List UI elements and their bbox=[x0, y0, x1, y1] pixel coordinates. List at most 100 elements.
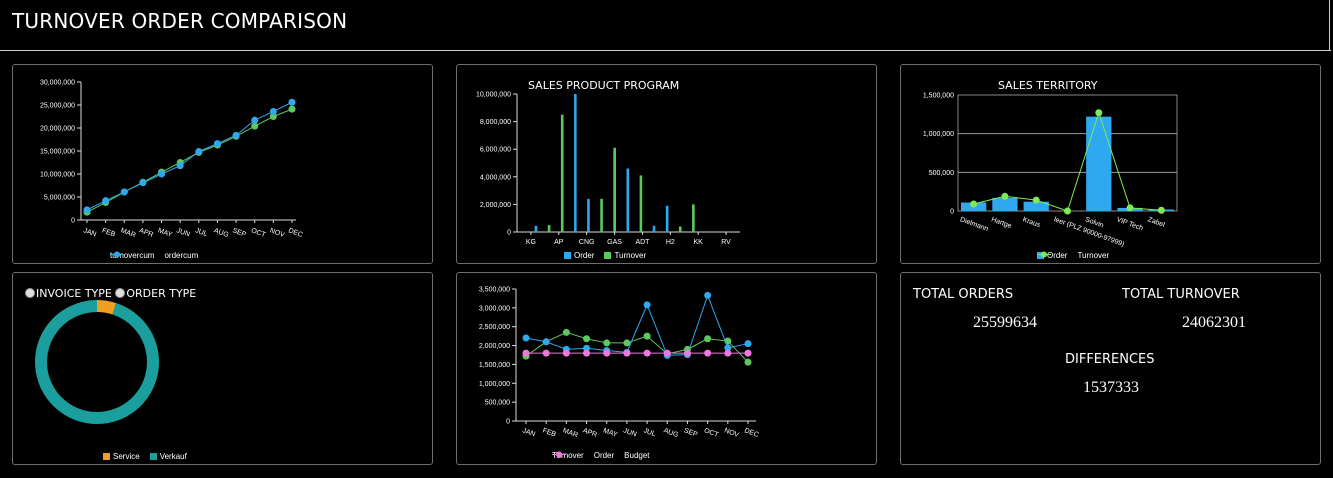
totals-panel: TOTAL ORDERS 25599634 TOTAL TURNOVER 240… bbox=[900, 272, 1321, 465]
x-tick-label: MAR bbox=[562, 427, 579, 439]
differences-label: DIFFERENCES bbox=[1065, 352, 1155, 367]
data-point-Turnover bbox=[562, 328, 570, 336]
monthly-comparison-panel: 0 500,000 1,000,000 1,500,000 2,000,000 2,500… bbox=[456, 272, 877, 465]
data-point-Budget bbox=[704, 349, 712, 357]
legend-item-ordercum[interactable]: ordercum bbox=[110, 251, 198, 260]
legend-item-order[interactable]: Order bbox=[564, 251, 594, 260]
x-tick-label: OCT bbox=[703, 427, 720, 439]
y-tick-label: 2,000,000 bbox=[480, 202, 511, 209]
x-tick-label: JUN bbox=[622, 427, 637, 438]
bar-Turnover bbox=[692, 204, 695, 232]
x-tick-label: AP bbox=[554, 239, 564, 246]
x-tick-label: DEC bbox=[743, 427, 759, 439]
legend-item-service[interactable]: Service bbox=[103, 452, 140, 461]
y-tick-label: 1,500,000 bbox=[923, 93, 954, 100]
y-tick-label: 0 bbox=[506, 419, 510, 426]
legend-item-budget[interactable]: Budget bbox=[552, 451, 650, 460]
data-point-Order bbox=[643, 301, 651, 309]
cumulative-chart-panel: 0 5,000,000 10,000,000 15,000,000 20,000,000… bbox=[12, 64, 433, 264]
donut-slice-Verkauf bbox=[35, 300, 159, 424]
x-tick-label: NOV bbox=[723, 427, 740, 439]
chart-legend: turnovercum ordercum bbox=[110, 251, 198, 260]
data-point-ordercum bbox=[139, 179, 147, 187]
data-point-Order bbox=[522, 334, 530, 342]
bar-Turnover bbox=[678, 226, 682, 232]
data-point-Order bbox=[542, 338, 550, 346]
data-point-turnovercum bbox=[288, 105, 296, 113]
x-tick-label: VIP Tech bbox=[1115, 216, 1144, 232]
data-point-Budget bbox=[522, 349, 530, 357]
legend-item-turnover[interactable]: Turnover bbox=[1037, 251, 1109, 260]
y-tick-label: 3,500,000 bbox=[479, 287, 510, 294]
data-point-ordercum bbox=[251, 116, 259, 124]
data-point-ordercum bbox=[232, 131, 240, 139]
data-point-Budget bbox=[744, 349, 752, 357]
x-tick-label: APR bbox=[582, 427, 598, 439]
legend-item-order[interactable]: Order bbox=[552, 451, 614, 460]
y-tick-label: 30,000,000 bbox=[40, 80, 75, 87]
data-point-Budget bbox=[542, 349, 550, 357]
data-point-Budget bbox=[583, 349, 591, 357]
x-tick-label: KK bbox=[694, 239, 704, 246]
legend-item-verkauf[interactable]: Verkauf bbox=[149, 452, 187, 461]
x-tick-label: SEP bbox=[683, 427, 699, 438]
data-point-Turnover bbox=[1095, 109, 1103, 117]
sales-territory-panel: SALES TERRITORY 0 500,000 1,000,000 1,500,0… bbox=[900, 64, 1321, 264]
page-title: TURNOVER ORDER COMPARISON bbox=[12, 9, 348, 33]
chart-legend: Order Turnover bbox=[1037, 251, 1109, 260]
bar-Turnover bbox=[613, 147, 616, 232]
x-tick-label: JAN bbox=[521, 427, 536, 438]
x-tick-label: FEB bbox=[101, 227, 116, 238]
donut-slice-Service bbox=[96, 300, 117, 315]
x-tick-label: AUG bbox=[213, 227, 230, 239]
data-point-ordercum bbox=[195, 147, 203, 155]
data-point-Turnover bbox=[1001, 192, 1009, 200]
data-point-Turnover bbox=[1126, 204, 1134, 212]
type-donut-panel: INVOICE TYPE ORDER TYPE Service Verkauf bbox=[12, 272, 433, 465]
type-donut-chart bbox=[35, 300, 159, 424]
total-turnover-label: TOTAL TURNOVER bbox=[1122, 287, 1240, 302]
y-tick-label: 0 bbox=[950, 209, 954, 216]
data-point-Turnover bbox=[643, 332, 651, 340]
total-orders-label: TOTAL ORDERS bbox=[913, 287, 1014, 302]
bar-Turnover bbox=[560, 114, 564, 232]
data-point-ordercum bbox=[269, 107, 277, 115]
bar-Order bbox=[992, 197, 1018, 211]
sales-product-bar-chart: 0 2,000,000 4,000,000 6,000,000 8,000,000 10,… bbox=[476, 92, 740, 246]
x-tick-label: MAR bbox=[120, 227, 137, 239]
y-tick-label: 6,000,000 bbox=[480, 147, 511, 154]
data-point-Budget bbox=[603, 349, 611, 357]
y-tick-label: 500,000 bbox=[929, 170, 954, 177]
data-point-Budget bbox=[663, 349, 671, 357]
x-tick-label: GAS bbox=[607, 239, 622, 246]
header-divider bbox=[1329, 0, 1330, 50]
x-tick-label: SEP bbox=[231, 227, 247, 238]
data-point-turnovercum bbox=[251, 122, 259, 130]
y-tick-label: 5,000,000 bbox=[44, 195, 75, 202]
data-point-ordercum bbox=[288, 98, 296, 106]
bar-Order bbox=[1086, 116, 1112, 211]
x-tick-label: Zabel bbox=[1147, 216, 1166, 229]
bar-Turnover bbox=[639, 175, 643, 232]
x-tick-label: AUG bbox=[663, 427, 680, 439]
legend-item-turnover[interactable]: Turnover bbox=[604, 251, 646, 260]
bar-Order bbox=[665, 205, 669, 232]
x-tick-label: MAY bbox=[602, 427, 618, 439]
x-tick-label: FEB bbox=[541, 427, 556, 438]
bar-Order bbox=[534, 225, 538, 232]
x-tick-label: RV bbox=[721, 239, 731, 246]
y-tick-label: 20,000,000 bbox=[40, 126, 75, 133]
y-tick-label: 500,000 bbox=[485, 400, 510, 407]
x-tick-label: Hartge bbox=[990, 216, 1012, 230]
data-point-Turnover bbox=[744, 358, 752, 366]
x-tick-label: JUN bbox=[175, 227, 190, 238]
bar-Order bbox=[574, 94, 577, 232]
series-line-Order bbox=[525, 293, 749, 356]
series-line-turnovercum bbox=[86, 108, 293, 213]
x-tick-label: JAN bbox=[82, 227, 97, 238]
x-tick-label: ADT bbox=[635, 239, 650, 246]
y-tick-label: 1,000,000 bbox=[923, 131, 954, 138]
page-header: TURNOVER ORDER COMPARISON bbox=[0, 0, 1331, 51]
data-point-Turnover bbox=[603, 339, 611, 347]
bar-Order bbox=[587, 198, 590, 232]
